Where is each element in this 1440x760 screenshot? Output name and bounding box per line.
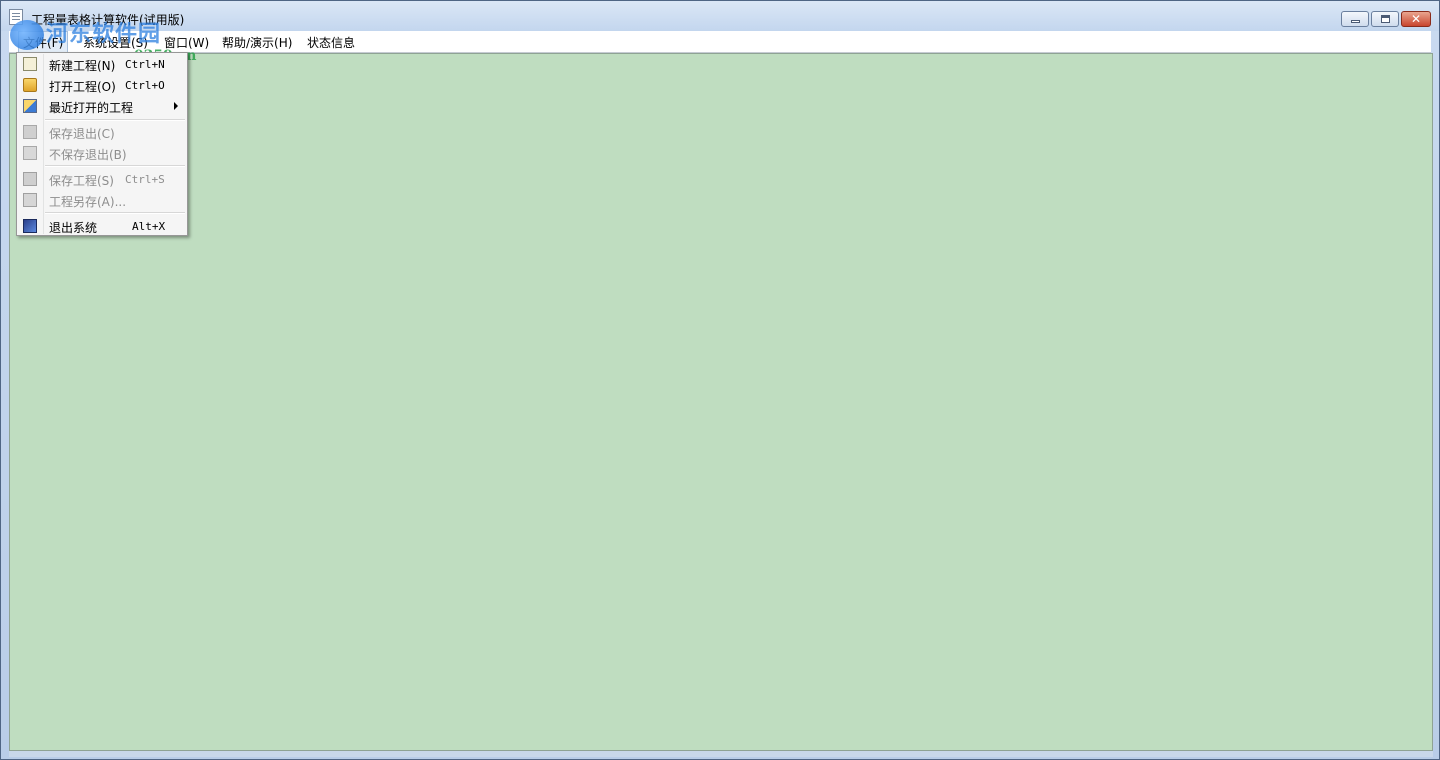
menu-item-save-exit[interactable]: 保存退出(C) <box>18 122 186 142</box>
menu-item-label: 打开工程(O) <box>49 80 116 94</box>
close-button[interactable]: ✕ <box>1401 11 1431 27</box>
menu-system-settings[interactable]: 系统设置(S) <box>83 34 148 51</box>
menu-file[interactable]: 文件(F) <box>17 31 69 54</box>
mdi-client-area[interactable] <box>9 53 1433 751</box>
submenu-arrow-icon <box>174 102 178 110</box>
menu-item-recent-projects[interactable]: 最近打开的工程 <box>18 96 186 116</box>
close-icon: ✕ <box>1410 12 1422 26</box>
menu-item-label: 保存工程(S) <box>49 174 114 188</box>
menu-separator <box>45 165 185 167</box>
menu-item-label: 工程另存(A)... <box>49 195 127 209</box>
new-project-icon <box>23 57 37 71</box>
menu-item-label: 不保存退出(B) <box>49 148 127 162</box>
menu-item-save-as[interactable]: 工程另存(A)... <box>18 190 186 210</box>
save-icon <box>23 172 37 186</box>
recent-projects-icon <box>23 99 37 113</box>
menu-item-shortcut: Ctrl+O <box>125 79 165 92</box>
discard-exit-icon <box>23 146 37 160</box>
menu-item-discard-exit[interactable]: 不保存退出(B) <box>18 143 186 163</box>
menu-bar: 文件(F) 系统设置(S) 窗口(W) 帮助/演示(H) 状态信息 <box>9 31 1431 54</box>
menu-separator <box>45 119 185 121</box>
bottom-border <box>9 751 1433 757</box>
app-window: 工程量表格计算软件(试用版) ✕ 文件(F) 系统设置(S) 窗口(W) 帮助/… <box>0 0 1440 760</box>
app-document-icon[interactable] <box>9 9 23 25</box>
exit-system-icon <box>23 219 37 233</box>
window-title: 工程量表格计算软件(试用版) <box>31 13 185 27</box>
menu-item-open-project[interactable]: 打开工程(O) Ctrl+O <box>18 75 186 95</box>
restore-icon <box>1381 15 1390 23</box>
menu-item-shortcut: Ctrl+S <box>125 173 165 186</box>
menu-item-exit-system[interactable]: 退出系统 Alt+X <box>18 216 186 236</box>
menu-item-label: 新建工程(N) <box>49 59 116 73</box>
minimize-icon <box>1351 20 1360 23</box>
title-bar[interactable]: 工程量表格计算软件(试用版) ✕ <box>1 1 1439 31</box>
menu-status-info[interactable]: 状态信息 <box>307 34 355 51</box>
menu-help-demo[interactable]: 帮助/演示(H) <box>222 34 292 51</box>
save-as-icon <box>23 193 37 207</box>
menu-item-shortcut: Alt+X <box>132 220 166 233</box>
menu-item-label: 退出系统 <box>49 221 98 235</box>
menu-separator <box>45 212 185 214</box>
menu-item-save-project[interactable]: 保存工程(S) Ctrl+S <box>18 169 186 189</box>
menu-window[interactable]: 窗口(W) <box>164 34 209 51</box>
save-exit-icon <box>23 125 37 139</box>
file-dropdown-menu: 新建工程(N) Ctrl+N 打开工程(O) Ctrl+O 最近打开的工程 保存… <box>16 52 188 236</box>
window-controls: ✕ <box>1341 11 1431 27</box>
menu-item-new-project[interactable]: 新建工程(N) Ctrl+N <box>18 54 186 74</box>
open-folder-icon <box>23 78 37 92</box>
minimize-button[interactable] <box>1341 11 1369 27</box>
maximize-button[interactable] <box>1371 11 1399 27</box>
menu-item-shortcut: Ctrl+N <box>125 58 165 71</box>
menu-item-label: 保存退出(C) <box>49 127 115 141</box>
menu-item-label: 最近打开的工程 <box>49 101 134 115</box>
